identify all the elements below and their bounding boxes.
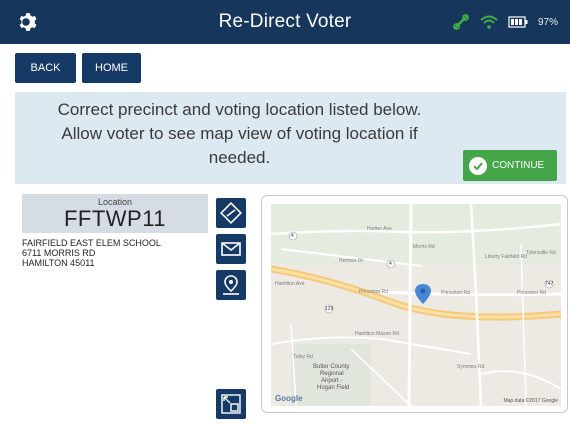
precinct-code: FFTWP11: [63, 206, 167, 231]
app-header: Re-Direct Voter 97%: [0, 0, 570, 44]
instruction-line-3: needed.: [208, 148, 271, 167]
battery-icon: [508, 16, 528, 28]
email-button[interactable]: [216, 234, 246, 264]
map-label: Liberty Fairfield Rd: [485, 254, 527, 260]
map-view[interactable]: Hunter Ave Hermes Dr Hamilton Ave Prince…: [271, 204, 561, 406]
link-icon: [453, 14, 469, 30]
road-shield: 747: [545, 281, 554, 287]
status-icons: 97%: [452, 13, 558, 31]
continue-button[interactable]: CONTINUE: [463, 150, 557, 181]
road-shield: 4: [291, 233, 294, 239]
map-label: Tylersville Rd: [526, 250, 556, 256]
map-label: Princeton Rd: [517, 290, 546, 296]
envelope-icon: [221, 242, 241, 256]
nav-bar: BACK HOME: [0, 44, 570, 90]
map-label: Princeton Rd: [441, 290, 470, 296]
map-label: Airport -: [321, 378, 343, 384]
directions-icon: [220, 202, 242, 224]
expand-icon: [221, 394, 241, 414]
map-label: Morris Rd: [413, 244, 435, 250]
map-pin-icon: [223, 275, 239, 295]
map-label: Hermes Dr: [339, 258, 364, 264]
location-box: Location FFTWP11: [22, 194, 208, 233]
home-button[interactable]: HOME: [82, 53, 141, 83]
continue-label: CONTINUE: [492, 160, 545, 171]
expand-map-button[interactable]: [216, 389, 246, 419]
instruction-line-2: Allow voter to see map view of voting lo…: [61, 124, 418, 143]
wifi-icon: [480, 15, 498, 29]
map-label: Tuley Rd: [293, 354, 313, 360]
map-label: Hamilton Mason Rd: [355, 331, 399, 337]
map-label: Regional: [320, 371, 344, 377]
road-shield: 129: [325, 306, 334, 312]
back-button[interactable]: BACK: [15, 53, 76, 83]
battery-percent: 97%: [537, 16, 558, 28]
address-line-2: 6711 MORRIS RD: [22, 248, 96, 258]
map-label: Hogan Field: [317, 385, 350, 391]
directions-button[interactable]: [216, 198, 246, 228]
map-label: Hamilton Ave: [275, 281, 305, 287]
address-line-1: FAIRFIELD EAST ELEM SCHOOL: [22, 238, 161, 248]
map-attribution: Map data ©2017 Google: [503, 398, 558, 404]
instruction-panel: Correct precinct and voting location lis…: [15, 92, 566, 184]
map-label: Princeton Rd: [359, 289, 388, 295]
map-pin-button[interactable]: [216, 270, 246, 300]
road-shield: 4: [389, 261, 392, 267]
map-frame: Hunter Ave Hermes Dr Hamilton Ave Prince…: [261, 195, 568, 413]
location-address: FAIRFIELD EAST ELEM SCHOOL 6711 MORRIS R…: [22, 238, 161, 268]
google-logo: Google: [275, 394, 303, 403]
map-label: Symmes Rd: [457, 364, 485, 370]
address-line-3: HAMILTON 45011: [22, 258, 95, 268]
map-label: Hunter Ave: [367, 226, 392, 232]
map-roads: [271, 204, 561, 406]
instruction-text: Correct precinct and voting location lis…: [23, 98, 456, 170]
map-label: Butler County: [313, 364, 350, 370]
instruction-line-1: Correct precinct and voting location lis…: [57, 100, 422, 119]
checkmark-icon: [469, 156, 487, 175]
